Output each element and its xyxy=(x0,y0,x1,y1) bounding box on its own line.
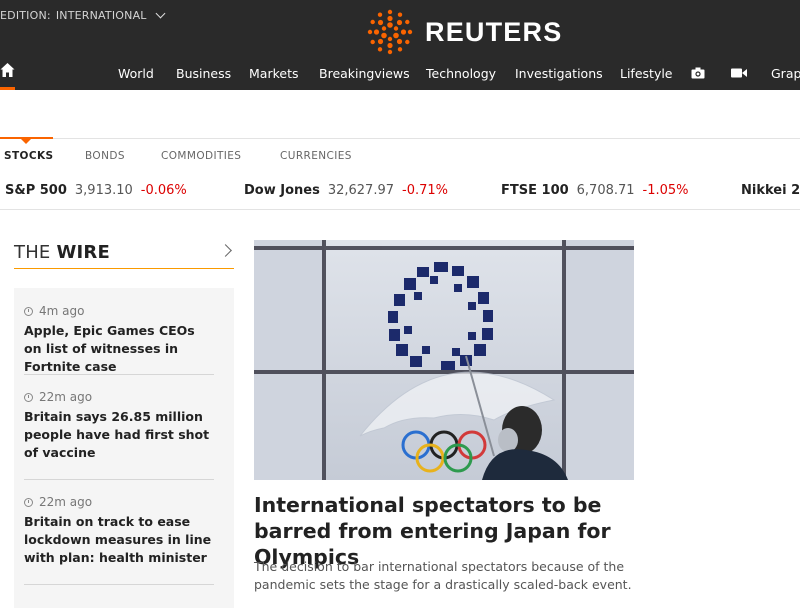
markets-divider-bottom xyxy=(0,209,800,210)
wire-timestamp: 4m ago xyxy=(24,303,214,319)
edition-selector[interactable]: EDITION: INTERNATIONAL xyxy=(0,8,166,22)
markets-divider-top xyxy=(0,138,800,139)
wire-headline[interactable]: Britain says 26.85 million people have h… xyxy=(24,408,214,462)
wire-list: 4m ago Apple, Epic Games CEOs on list of… xyxy=(14,288,234,608)
wire-item[interactable]: 22m ago Britain on track to ease lockdow… xyxy=(24,494,214,567)
chevron-down-icon xyxy=(155,8,166,19)
wire-header[interactable]: THE WIRE xyxy=(14,240,234,269)
ticker-value: 3,913.10 xyxy=(74,183,133,198)
wire-time-text: 22m ago xyxy=(39,390,93,404)
nav-markets[interactable]: Markets xyxy=(249,66,298,81)
tab-currencies[interactable]: CURRENCIES xyxy=(280,150,352,162)
site-header: EDITION: INTERNATIONAL REUTERS World Bus… xyxy=(0,0,800,90)
wire-divider xyxy=(24,584,214,585)
wire-time-text: 22m ago xyxy=(39,495,93,509)
wire-time-text: 4m ago xyxy=(39,304,85,318)
ticker-dow-jones[interactable]: Dow Jones 32,627.97 -0.71% xyxy=(244,183,448,198)
nav-technology[interactable]: Technology xyxy=(426,66,496,81)
ticker-name: S&P 500 xyxy=(5,183,67,198)
tab-stocks[interactable]: STOCKS xyxy=(4,150,53,162)
edition-label: EDITION: xyxy=(0,9,51,22)
wire-headline[interactable]: Apple, Epic Games CEOs on list of witnes… xyxy=(24,322,214,376)
wire-title: THE WIRE xyxy=(14,242,110,263)
nav-business[interactable]: Business xyxy=(176,66,231,81)
edition-value: INTERNATIONAL xyxy=(55,9,147,22)
ticker-ftse100[interactable]: FTSE 100 6,708.71 -1.05% xyxy=(501,183,689,198)
logo-text: REUTERS xyxy=(425,16,563,47)
clock-icon xyxy=(24,497,33,507)
wire-title-bold: WIRE xyxy=(56,242,110,263)
active-tab-caret xyxy=(21,139,31,144)
nav-world[interactable]: World xyxy=(118,66,154,81)
wire-timestamp: 22m ago xyxy=(24,389,214,405)
reuters-logo[interactable]: REUTERS xyxy=(367,9,562,55)
ticker-nikkei[interactable]: Nikkei 22 xyxy=(741,183,800,198)
nav-breakingviews[interactable]: Breakingviews xyxy=(319,66,410,81)
wire-divider xyxy=(24,374,214,375)
chevron-right-icon[interactable] xyxy=(219,244,232,257)
ticker-sp500[interactable]: S&P 500 3,913.10 -0.06% xyxy=(5,183,187,198)
nav-investigations[interactable]: Investigations xyxy=(515,66,603,81)
ticker-name: Dow Jones xyxy=(244,183,320,198)
clock-icon xyxy=(24,306,33,316)
camera-icon[interactable] xyxy=(691,67,705,79)
ticker-value: 32,627.97 xyxy=(327,183,395,198)
ticker-change: -0.06% xyxy=(140,183,187,198)
ticker-change: -1.05% xyxy=(642,183,689,198)
story-photo[interactable] xyxy=(254,240,634,480)
wire-item[interactable]: 4m ago Apple, Epic Games CEOs on list of… xyxy=(24,303,214,376)
tab-bonds[interactable]: BONDS xyxy=(85,150,125,162)
main-nav: World Business Markets Breakingviews Tec… xyxy=(0,66,800,82)
reuters-logo-mark xyxy=(367,9,413,55)
wire-item[interactable]: 22m ago Britain says 26.85 million peopl… xyxy=(24,389,214,462)
wire-timestamp: 22m ago xyxy=(24,494,214,510)
story-summary: The decision to bar international specta… xyxy=(254,559,632,592)
wire-divider xyxy=(24,479,214,480)
tab-commodities[interactable]: COMMODITIES xyxy=(161,150,241,162)
wire-title-prefix: THE xyxy=(14,242,51,263)
ticker-value: 6,708.71 xyxy=(576,183,635,198)
nav-lifestyle[interactable]: Lifestyle xyxy=(620,66,673,81)
nav-graphics[interactable]: Grap xyxy=(771,66,800,81)
ticker-change: -0.71% xyxy=(402,183,449,198)
video-icon[interactable] xyxy=(731,67,747,79)
clock-icon xyxy=(24,392,33,402)
wire-headline[interactable]: Britain on track to ease lockdown measur… xyxy=(24,513,214,567)
ticker-name: Nikkei 22 xyxy=(741,183,800,198)
home-active-indicator xyxy=(0,87,15,90)
ticker-name: FTSE 100 xyxy=(501,183,569,198)
